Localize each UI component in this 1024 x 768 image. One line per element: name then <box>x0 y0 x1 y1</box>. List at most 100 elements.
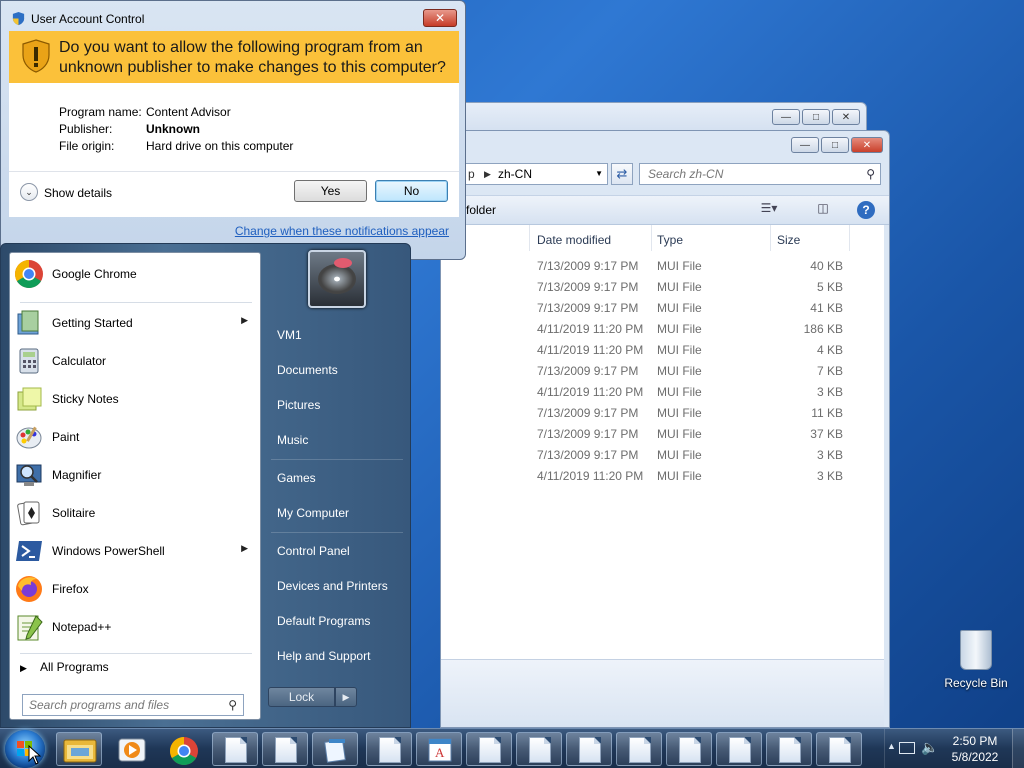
chevron-down-icon[interactable]: ⌄ <box>20 183 38 201</box>
all-programs-button[interactable]: ▶ All Programs <box>20 660 109 674</box>
breadcrumb-arrow-icon[interactable]: ▶ <box>484 164 491 184</box>
taskbar-window[interactable] <box>716 732 762 766</box>
program-item-solitaire[interactable]: Solitaire <box>10 495 260 531</box>
table-row[interactable]: 7/13/2009 9:17 PM MUI File 41 KB <box>441 298 884 319</box>
start-link-my-computer[interactable]: My Computer <box>277 506 349 520</box>
program-item-getting-started[interactable]: Getting Started ▶ <box>10 305 260 341</box>
show-details-button[interactable]: Show details <box>44 186 112 200</box>
lock-button[interactable]: Lock <box>268 687 335 707</box>
file-date: 7/13/2009 9:17 PM <box>537 280 639 294</box>
new-folder-button[interactable]: folder <box>466 203 496 217</box>
program-item-notepadpp[interactable]: Notepad++ <box>10 609 260 645</box>
program-item-firefox[interactable]: Firefox <box>10 571 260 607</box>
close-button[interactable]: ✕ <box>423 9 457 27</box>
taskbar-chrome[interactable] <box>160 732 206 766</box>
taskbar-explorer[interactable] <box>56 732 102 766</box>
user-picture[interactable] <box>308 250 366 308</box>
refresh-button[interactable]: ⇄ <box>611 163 633 185</box>
wordpad-icon: A <box>428 738 452 762</box>
start-menu[interactable]: Google Chrome Getting Started ▶ Calculat… <box>0 243 411 728</box>
taskbar: A ▲ 🔈 2:50 PM 5/8/2022 <box>0 728 1024 768</box>
chevron-down-icon[interactable]: ▼ <box>595 164 603 184</box>
taskbar-window[interactable] <box>262 732 308 766</box>
search-icon[interactable]: ⚲ <box>228 695 237 715</box>
clock[interactable]: 2:50 PM 5/8/2022 <box>940 733 1010 765</box>
taskbar-window[interactable] <box>566 732 612 766</box>
start-link-user[interactable]: VM1 <box>277 328 302 342</box>
start-link-games[interactable]: Games <box>277 471 316 485</box>
column-header-type[interactable]: Type <box>657 233 683 247</box>
help-icon[interactable]: ? <box>857 201 875 219</box>
program-item-paint[interactable]: Paint <box>10 419 260 455</box>
close-button[interactable]: ✕ <box>832 109 860 125</box>
start-link-documents[interactable]: Documents <box>277 363 338 377</box>
table-row[interactable]: 7/13/2009 9:17 PM MUI File 5 KB <box>441 277 884 298</box>
start-link-music[interactable]: Music <box>277 433 308 447</box>
program-item-sticky-notes[interactable]: Sticky Notes <box>10 381 260 417</box>
table-row[interactable]: 4/11/2019 11:20 PM MUI File 4 KB <box>441 340 884 361</box>
view-options-icon[interactable]: ☰▾ <box>759 201 779 219</box>
start-link-control-panel[interactable]: Control Panel <box>277 544 350 558</box>
minimize-button[interactable]: — <box>772 109 800 125</box>
taskbar-media-player[interactable] <box>108 732 154 766</box>
start-link-pictures[interactable]: Pictures <box>277 398 320 412</box>
file-size: 5 KB <box>816 280 843 294</box>
start-search-input[interactable]: Search programs and files ⚲ <box>22 694 244 716</box>
taskbar-window[interactable] <box>212 732 258 766</box>
column-header-size[interactable]: Size <box>777 233 800 247</box>
taskbar-wordpad[interactable]: A <box>416 732 462 766</box>
program-item-powershell[interactable]: Windows PowerShell ▶ <box>10 533 260 569</box>
document-icon <box>579 737 601 763</box>
yes-button[interactable]: Yes <box>294 180 367 202</box>
search-input[interactable]: Search zh-CN ⚲ <box>639 163 881 185</box>
start-link-help-support[interactable]: Help and Support <box>277 649 370 663</box>
address-row: p ▶ zh-CN ▼ ⇄ Search zh-CN ⚲ <box>441 163 889 187</box>
taskbar-notepad[interactable] <box>312 732 358 766</box>
taskbar-window[interactable] <box>666 732 712 766</box>
firefox-icon <box>16 576 42 602</box>
uac-dialog[interactable]: User Account Control ✕ Do you want to al… <box>0 0 466 260</box>
taskbar-window[interactable] <box>466 732 512 766</box>
no-button[interactable]: No <box>375 180 448 202</box>
maximize-button[interactable]: □ <box>821 137 849 153</box>
taskbar-window[interactable] <box>816 732 862 766</box>
explorer-window[interactable]: — □ ✕ p ▶ zh-CN ▼ ⇄ Search zh-CN ⚲ folde… <box>440 130 890 728</box>
taskbar-window[interactable] <box>366 732 412 766</box>
desktop-icon-recycle-bin[interactable]: Recycle Bin <box>940 630 1012 690</box>
table-row[interactable]: 7/13/2009 9:17 PM MUI File 7 KB <box>441 361 884 382</box>
close-button[interactable]: ✕ <box>851 137 883 153</box>
file-list[interactable]: Date modified Type Size 7/13/2009 9:17 P… <box>441 225 884 659</box>
column-header-date[interactable]: Date modified <box>537 233 611 247</box>
document-icon <box>629 737 651 763</box>
show-hidden-icons-icon[interactable]: ▲ <box>887 741 896 751</box>
minimize-button[interactable]: — <box>791 137 819 153</box>
column-divider <box>651 225 652 251</box>
breadcrumb-current[interactable]: zh-CN <box>498 167 532 181</box>
table-row[interactable]: 4/11/2019 11:20 PM MUI File 3 KB <box>441 466 884 487</box>
maximize-button[interactable]: □ <box>802 109 830 125</box>
start-link-default-programs[interactable]: Default Programs <box>277 614 370 628</box>
program-item-calculator[interactable]: Calculator <box>10 343 260 379</box>
table-row[interactable]: 4/11/2019 11:20 PM MUI File 3 KB <box>441 382 884 403</box>
address-bar[interactable]: p ▶ zh-CN ▼ <box>463 163 608 185</box>
search-icon[interactable]: ⚲ <box>866 164 875 184</box>
program-item-magnifier[interactable]: Magnifier <box>10 457 260 493</box>
shutdown-options-arrow-icon[interactable]: ▶ <box>335 687 357 707</box>
document-icon <box>379 737 401 763</box>
volume-icon[interactable]: 🔈 <box>921 739 938 756</box>
file-type: MUI File <box>657 385 702 399</box>
taskbar-window[interactable] <box>766 732 812 766</box>
taskbar-window[interactable] <box>516 732 562 766</box>
table-row[interactable]: 7/13/2009 9:17 PM MUI File 40 KB <box>441 256 884 277</box>
taskbar-window[interactable] <box>616 732 662 766</box>
table-row[interactable]: 7/13/2009 9:17 PM MUI File 3 KB <box>441 445 884 466</box>
table-row[interactable]: 7/13/2009 9:17 PM MUI File 37 KB <box>441 424 884 445</box>
program-item-chrome[interactable]: Google Chrome <box>10 256 260 292</box>
start-link-devices-printers[interactable]: Devices and Printers <box>277 579 388 593</box>
change-notifications-link[interactable]: Change when these notifications appear <box>235 224 449 238</box>
preview-pane-icon[interactable]: ◫ <box>813 201 833 219</box>
network-icon[interactable] <box>899 742 915 754</box>
show-desktop-button[interactable] <box>1012 729 1024 768</box>
table-row[interactable]: 4/11/2019 11:20 PM MUI File 186 KB <box>441 319 884 340</box>
table-row[interactable]: 7/13/2009 9:17 PM MUI File 11 KB <box>441 403 884 424</box>
